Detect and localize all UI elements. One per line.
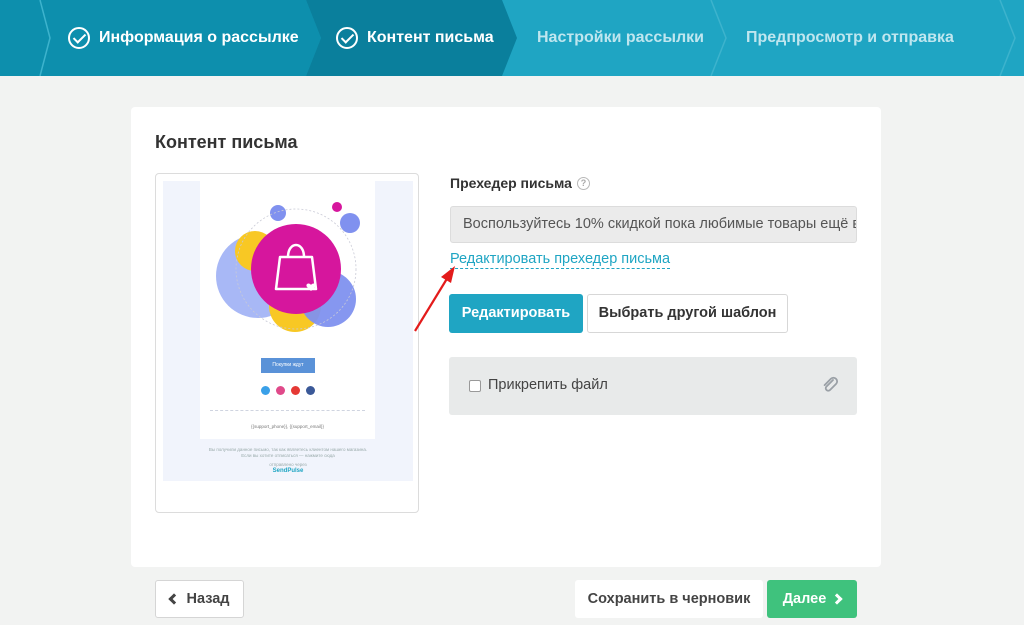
- page-title: Контент письма: [155, 132, 298, 152]
- thumbnail-footer-line1: Вы получили данное письмо, так как являе…: [208, 447, 368, 452]
- instagram-icon: [276, 386, 285, 395]
- attach-file-panel: Прикрепить файл: [449, 357, 857, 415]
- step-label: Информация о рассылке: [99, 29, 299, 46]
- content-card: Контент письма Покупки ждут {{support_ph…: [131, 107, 881, 567]
- stepper-separator-3: [999, 0, 1016, 76]
- preheader-field[interactable]: Воспользуйтесь 10% скидкой пока любимые …: [450, 206, 857, 243]
- step-label: Предпросмотр и отправка: [746, 29, 954, 46]
- step-label: Настройки рассылки: [537, 29, 704, 46]
- template-thumbnail[interactable]: Покупки ждут {{support_phone}}, {{suppor…: [155, 173, 419, 513]
- step-label: Контент письма: [367, 29, 494, 46]
- question-icon[interactable]: ?: [576, 176, 590, 190]
- thumbnail-contacts: {{support_phone}}, {{support_email}}: [251, 424, 324, 429]
- edit-preheader-link[interactable]: Редактировать прехедер письма: [450, 250, 671, 269]
- check-circle-icon: [68, 27, 90, 49]
- chevron-right-icon: [831, 593, 843, 605]
- thumbnail-footer-line2: Если вы хотите отписаться — нажмите сюда: [241, 453, 335, 458]
- thumbnail-canvas: Покупки ждут {{support_phone}}, {{suppor…: [163, 181, 413, 481]
- wizard-stepper: Информация о рассылке Контент письма Нас…: [0, 0, 1024, 76]
- step-campaign-info[interactable]: Информация о рассылке: [68, 0, 299, 76]
- paperclip-icon[interactable]: [821, 376, 839, 394]
- chevron-left-icon: [167, 593, 180, 605]
- attach-file-checkbox[interactable]: [469, 380, 481, 392]
- next-button[interactable]: Далее: [767, 580, 857, 618]
- stepper-separator-2: [710, 0, 727, 76]
- step-email-content[interactable]: Контент письма: [336, 0, 494, 76]
- preheader-label: Прехедер письма ?: [450, 175, 590, 191]
- next-button-label: Далее: [782, 591, 827, 607]
- edit-button[interactable]: Редактировать: [449, 294, 583, 333]
- thumbnail-cta-button: Покупки ждут: [261, 358, 315, 373]
- save-draft-button[interactable]: Сохранить в черновик: [575, 580, 763, 618]
- back-button-label: Назад: [186, 591, 230, 607]
- preheader-label-text: Прехедер письма: [450, 175, 572, 191]
- thumbnail-powered-by: отправлено через: [269, 462, 307, 467]
- sendpulse-logo: SendPulse: [272, 468, 304, 474]
- choose-template-button[interactable]: Выбрать другой шаблон: [587, 294, 788, 333]
- twitter-icon: [261, 386, 270, 395]
- thumbnail-email-body: Покупки ждут {{support_phone}}, {{suppor…: [200, 181, 375, 439]
- thumbnail-divider: [210, 410, 365, 411]
- youtube-icon: [291, 386, 300, 395]
- facebook-icon: [306, 386, 315, 395]
- step-campaign-settings[interactable]: Настройки рассылки: [537, 0, 704, 76]
- shopping-bag-illustration: [216, 202, 360, 332]
- attach-file-label[interactable]: Прикрепить файл: [488, 377, 608, 393]
- back-button[interactable]: Назад: [155, 580, 244, 618]
- check-circle-icon: [336, 27, 358, 49]
- step-preview-send[interactable]: Предпросмотр и отправка: [746, 0, 954, 76]
